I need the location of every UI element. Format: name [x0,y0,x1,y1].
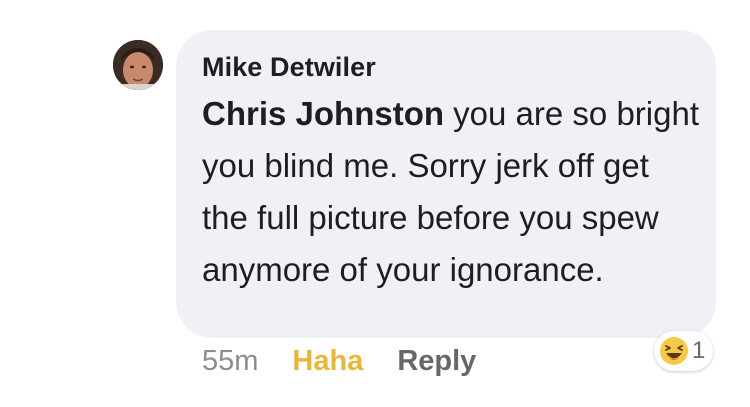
avatar[interactable] [113,40,163,90]
comment-actions: 55m Haha Reply [202,345,476,378]
avatar-photo [113,40,163,90]
comment-container: Mike Detwiler Chris Johnston you are so … [0,0,750,407]
comment-author-name[interactable]: Mike Detwiler [202,52,376,83]
reaction-count: 1 [692,337,706,364]
laughing-emoji-icon [660,337,688,365]
mentioned-user-link[interactable]: Chris Johnston [202,95,444,132]
haha-reaction-button[interactable]: Haha [292,345,363,378]
reply-button[interactable]: Reply [397,345,476,378]
comment-body: Chris Johnston you are so bright you bli… [202,88,702,296]
reaction-summary-badge[interactable]: 1 [654,331,714,371]
comment-bubble: Mike Detwiler Chris Johnston you are so … [176,30,716,338]
comment-timestamp[interactable]: 55m [202,345,258,378]
